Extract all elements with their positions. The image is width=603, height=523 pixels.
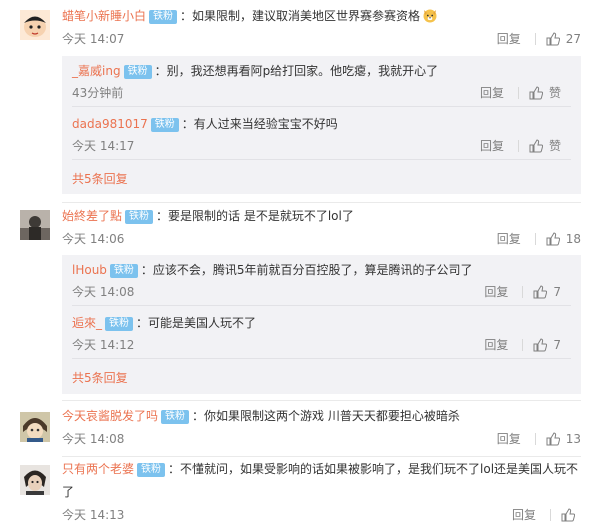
reply-text: ：有人过来当经验宝宝不好吗 bbox=[181, 117, 338, 131]
avatar[interactable] bbox=[20, 465, 50, 495]
like-label: 赞 bbox=[548, 86, 561, 100]
fan-badge[interactable]: 铁粉 bbox=[125, 210, 154, 224]
reply-item: dada981017 铁粉 ：有人过来当经验宝宝不好吗 今天 14:17 回复 赞 bbox=[72, 109, 571, 160]
fan-badge[interactable]: 铁粉 bbox=[105, 317, 134, 331]
like-button[interactable] bbox=[561, 508, 581, 522]
like-button[interactable]: 7 bbox=[533, 337, 561, 353]
dog-emoji-icon bbox=[422, 7, 438, 28]
comment-username[interactable]: 蜡笔小新睡小白 bbox=[62, 9, 146, 23]
divider bbox=[62, 456, 581, 457]
fan-badge[interactable]: 铁粉 bbox=[123, 65, 152, 79]
reply-button[interactable]: 回复 bbox=[512, 507, 536, 523]
reply-button[interactable]: 回复 bbox=[497, 31, 521, 47]
divider bbox=[62, 202, 581, 203]
divider bbox=[72, 106, 571, 107]
reply-button[interactable]: 回复 bbox=[484, 284, 508, 300]
reply-username[interactable]: lHoub bbox=[72, 263, 107, 277]
thumbs-up-icon bbox=[546, 232, 560, 246]
comment-text-continued: 了 bbox=[62, 485, 75, 499]
reply-button[interactable]: 回复 bbox=[480, 138, 504, 154]
thumbs-up-icon bbox=[561, 508, 575, 522]
divider bbox=[72, 358, 571, 359]
like-button[interactable]: 7 bbox=[533, 284, 561, 300]
comment-text: ：如果限制，建议取消美地区世界赛参赛资格 bbox=[180, 9, 421, 23]
divider bbox=[517, 140, 519, 152]
reply-text: ：应该不会，腾讯5年前就百分百控股了，算是腾讯的子公司了 bbox=[140, 263, 473, 277]
comment-time: 今天 14:08 bbox=[62, 432, 125, 446]
fan-badge[interactable]: 铁粉 bbox=[161, 410, 190, 424]
like-button[interactable]: 13 bbox=[546, 431, 581, 447]
fan-badge[interactable]: 铁粉 bbox=[149, 10, 178, 24]
divider bbox=[522, 339, 524, 351]
reply-time: 今天 14:17 bbox=[72, 139, 135, 153]
divider bbox=[72, 159, 571, 160]
reply-username[interactable]: 逅來_ bbox=[72, 316, 102, 330]
divider bbox=[534, 33, 536, 45]
reply-button[interactable]: 回复 bbox=[497, 231, 521, 247]
reply-username[interactable]: _嘉威ing bbox=[72, 64, 121, 78]
like-count: 7 bbox=[553, 285, 561, 299]
thumbs-up-icon bbox=[546, 32, 560, 46]
comment-username[interactable]: 始終差了點 bbox=[62, 209, 122, 223]
like-button[interactable]: 18 bbox=[546, 231, 581, 247]
reply-time: 今天 14:12 bbox=[72, 338, 135, 352]
divider bbox=[534, 233, 536, 245]
comment-time: 今天 14:06 bbox=[62, 232, 125, 246]
like-count: 7 bbox=[553, 338, 561, 352]
reply-text: ：别，我还想再看阿p给打回家。他吃瘪，我就开心了 bbox=[154, 64, 439, 78]
like-count: 13 bbox=[565, 432, 581, 446]
fan-badge[interactable]: 铁粉 bbox=[109, 264, 138, 278]
thumbs-up-icon bbox=[529, 139, 543, 153]
comment-time: 今天 14:13 bbox=[62, 508, 125, 522]
like-count: 18 bbox=[565, 232, 581, 246]
comment-username[interactable]: 今天哀酱脱发了吗 bbox=[62, 409, 158, 423]
divider bbox=[517, 87, 519, 99]
fan-badge[interactable]: 铁粉 bbox=[137, 463, 166, 477]
thumbs-up-icon bbox=[546, 432, 560, 446]
reply-button[interactable]: 回复 bbox=[484, 337, 508, 353]
reply-panel: lHoub 铁粉 ：应该不会，腾讯5年前就百分百控股了，算是腾讯的子公司了 今天 1… bbox=[62, 255, 581, 394]
reply-item: 逅來_ 铁粉 ：可能是美国人玩不了 今天 14:12 回复 7 bbox=[72, 308, 571, 359]
divider bbox=[62, 400, 581, 401]
avatar[interactable] bbox=[20, 10, 50, 40]
reply-time: 今天 14:08 bbox=[72, 285, 135, 299]
divider bbox=[72, 305, 571, 306]
avatar[interactable] bbox=[20, 210, 50, 240]
comment-username[interactable]: 只有两个老婆 bbox=[62, 462, 134, 476]
like-button[interactable]: 赞 bbox=[529, 138, 561, 154]
comment-text: ：你如果限制这两个游戏 川普天天都要担心被暗杀 bbox=[192, 409, 460, 423]
comment-text: ：不懂就问，如果受影响的话如果被影响了，是我们玩不了lol还是美国人玩不 bbox=[168, 462, 579, 476]
thumbs-up-icon bbox=[529, 86, 543, 100]
like-label: 赞 bbox=[548, 139, 561, 153]
reply-text: ：可能是美国人玩不了 bbox=[136, 316, 257, 330]
reply-button[interactable]: 回复 bbox=[497, 431, 521, 447]
fan-badge[interactable]: 铁粉 bbox=[150, 118, 179, 132]
comment-time: 今天 14:07 bbox=[62, 32, 125, 46]
thumbs-up-icon bbox=[533, 285, 548, 299]
reply-panel: _嘉威ing 铁粉 ：别，我还想再看阿p给打回家。他吃瘪，我就开心了 43分钟前 回… bbox=[62, 56, 581, 194]
thumbs-up-icon bbox=[533, 338, 548, 352]
reply-time: 43分钟前 bbox=[72, 86, 124, 100]
comment-text: ：要是限制的话 是不是就玩不了lol了 bbox=[156, 209, 354, 223]
reply-item: lHoub 铁粉 ：应该不会，腾讯5年前就百分百控股了，算是腾讯的子公司了 今天 1… bbox=[72, 255, 571, 306]
divider bbox=[550, 509, 551, 521]
divider bbox=[534, 433, 536, 445]
avatar[interactable] bbox=[20, 412, 50, 442]
more-replies-link[interactable]: 共5条回复 bbox=[72, 370, 128, 386]
like-count: 27 bbox=[565, 32, 581, 46]
like-button[interactable]: 27 bbox=[546, 31, 581, 47]
reply-username[interactable]: dada981017 bbox=[72, 117, 148, 131]
more-replies-link[interactable]: 共5条回复 bbox=[72, 171, 128, 187]
reply-item: _嘉威ing 铁粉 ：别，我还想再看阿p给打回家。他吃瘪，我就开心了 43分钟前 回… bbox=[72, 56, 571, 107]
reply-button[interactable]: 回复 bbox=[480, 85, 504, 101]
like-button[interactable]: 赞 bbox=[529, 85, 561, 101]
divider bbox=[522, 286, 524, 298]
